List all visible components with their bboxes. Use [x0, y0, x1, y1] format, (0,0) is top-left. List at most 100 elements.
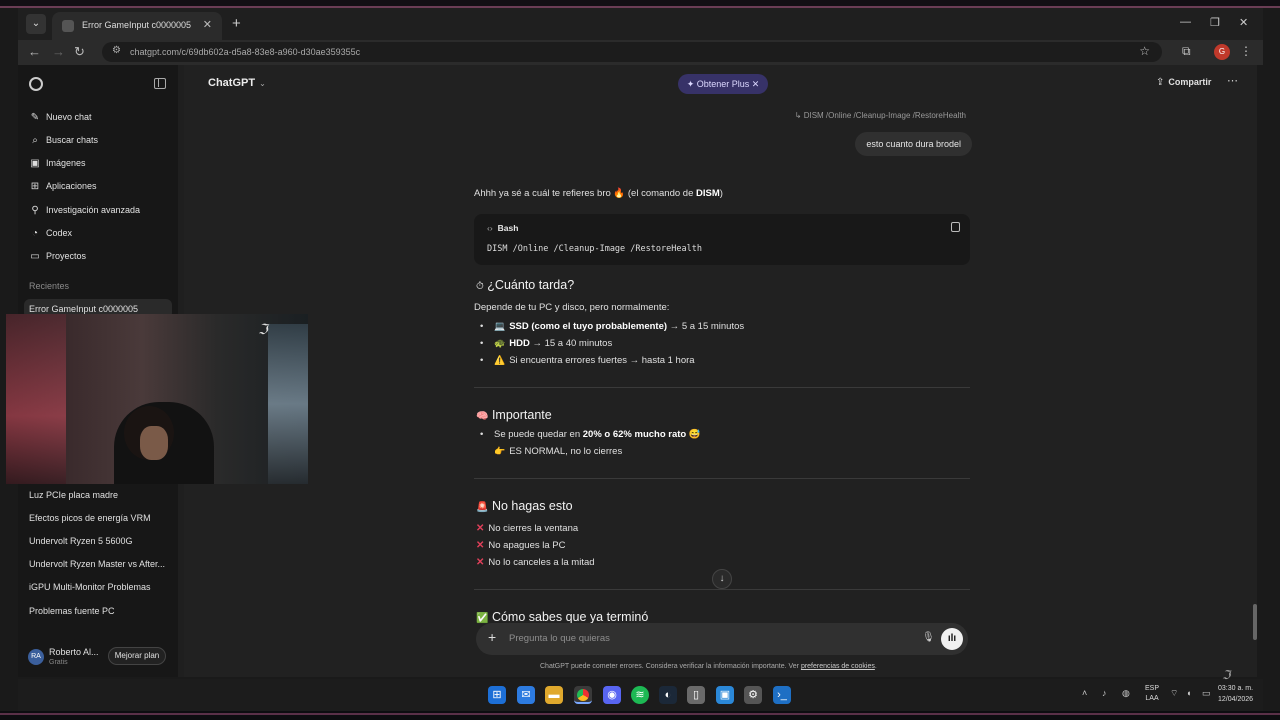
file-explorer-icon[interactable]: ▬: [545, 686, 563, 704]
heading-duration: ⏱ ¿Cuánto tarda?: [476, 278, 575, 292]
assistant-intro: Ahhh ya sé a cuál te refieres bro 🔥 (el …: [474, 188, 723, 199]
list-item: ✕ No cierres la ventana: [476, 523, 579, 534]
pointing-hand-icon: 👉: [494, 446, 506, 456]
sidebar-item-search[interactable]: ⌕ Buscar chats: [28, 130, 98, 150]
site-info-icon[interactable]: ⚙: [112, 45, 121, 56]
profile-avatar[interactable]: G: [1214, 44, 1230, 60]
mail-icon[interactable]: ✉: [517, 686, 535, 704]
extensions-icon[interactable]: ⧉: [1182, 44, 1191, 59]
notepad-icon[interactable]: ▯: [687, 686, 705, 704]
cross-mark-icon: ✕: [476, 540, 485, 551]
siren-icon: 🚨: [476, 502, 489, 513]
share-button[interactable]: ⇪ Compartir: [1156, 77, 1211, 88]
avatar: RA: [28, 649, 44, 665]
sidebar-item-projects[interactable]: ▭ Proyectos: [28, 246, 86, 266]
new-tab-icon[interactable]: +: [232, 15, 241, 32]
close-tab-icon[interactable]: ✕: [203, 18, 212, 31]
maximize-icon[interactable]: ❐: [1210, 16, 1220, 29]
model-selector[interactable]: ChatGPT ⌄: [208, 77, 266, 89]
bookmark-star-icon[interactable]: ☆: [1139, 44, 1150, 58]
tray-chevron-icon[interactable]: ˄: [1082, 688, 1087, 698]
get-plus-button[interactable]: ✦ Obtener Plus ✕: [678, 74, 768, 94]
user-plan: Gratis: [49, 659, 68, 666]
page-scrollbar[interactable]: [1253, 604, 1257, 640]
sweat-smile-icon: 😅: [688, 429, 701, 440]
cookie-preferences-link[interactable]: preferencias de cookies: [801, 663, 875, 670]
browser-menu-icon[interactable]: ⋮: [1240, 44, 1252, 58]
research-icon: ⚲: [31, 204, 39, 216]
spotify-icon[interactable]: ≋: [631, 686, 649, 704]
terminal-icon[interactable]: ›_: [773, 686, 791, 704]
warning-icon: ⚠️: [494, 355, 506, 365]
image-icon: ▣: [30, 157, 40, 169]
divider: [474, 478, 970, 479]
reload-icon[interactable]: ↻: [74, 44, 85, 60]
recent-chat[interactable]: Problemas fuente PC: [24, 601, 172, 621]
attach-plus-icon[interactable]: +: [488, 629, 496, 645]
cross-mark-icon: ✕: [476, 557, 485, 568]
sidebar-item-images[interactable]: ▣ Imágenes: [28, 153, 85, 173]
apps-icon: ⊞: [30, 180, 40, 192]
disclaimer-text: ChatGPT puede cometer errores. Considera…: [540, 663, 877, 670]
search-icon: ⌕: [32, 134, 38, 146]
tab-search-icon[interactable]: ⌄: [26, 14, 46, 34]
recent-chat[interactable]: Efectos picos de energía VRM: [24, 508, 172, 528]
keyboard-language[interactable]: ESP LAA: [1145, 684, 1159, 704]
close-icon[interactable]: ✕: [749, 79, 760, 89]
close-window-icon[interactable]: ✕: [1239, 16, 1248, 29]
webcam-overlay: ℑ: [6, 314, 308, 484]
turtle-icon: 🐢: [494, 338, 506, 348]
heading-finished: ✅ Cómo sabes que ya terminó: [476, 610, 649, 624]
screen: ⌄ Error GameInput c0000005 ✕ + — ❐ ✕ ← →…: [0, 0, 1280, 720]
sidebar-item-research[interactable]: ⚲ Investigación avanzada: [28, 200, 140, 220]
code-icon: ‹›: [487, 223, 493, 233]
scroll-down-arrow-icon[interactable]: ↓: [712, 569, 732, 589]
sidebar-toggle-icon[interactable]: [154, 78, 166, 89]
favicon-icon: [62, 20, 74, 32]
steam-icon[interactable]: ◐: [659, 686, 677, 704]
sidebar-item-codex[interactable]: ◔ Codex: [28, 223, 72, 243]
start-icon[interactable]: ⊞: [488, 686, 506, 704]
recent-chat[interactable]: Luz PCIe placa madre: [24, 485, 172, 505]
microphone-icon[interactable]: 🎙: [922, 632, 935, 643]
list-item: • ⚠️ Si encuentra errores fuertes → hasta …: [480, 355, 695, 366]
sidebar-item-apps[interactable]: ⊞ Aplicaciones: [28, 176, 97, 196]
recent-chat[interactable]: Undervolt Ryzen 5 5600G: [24, 531, 172, 551]
store-icon[interactable]: ▣: [716, 686, 734, 704]
voice-mode-icon[interactable]: ılı: [941, 628, 963, 650]
more-options-icon[interactable]: ⋯: [1227, 74, 1238, 87]
copy-icon[interactable]: [951, 222, 960, 232]
tray-network-icon[interactable]: ◍: [1122, 688, 1130, 699]
clock[interactable]: 03:30 a. m. 12/04/2026: [1218, 683, 1253, 705]
discord-icon[interactable]: ◉: [603, 686, 621, 704]
conversation: ↳ DISM /Online /Cleanup-Image /RestoreHe…: [474, 105, 972, 625]
address-bar[interactable]: ⚙ chatgpt.com/c/69db602a-d5a8-83e8-a960-…: [102, 42, 1162, 62]
tray-battery-icon[interactable]: ▭: [1202, 688, 1211, 699]
tray-volume-icon[interactable]: ◖: [1186, 688, 1191, 698]
stream-watermark-icon: ℑ: [1222, 668, 1231, 682]
upgrade-plan-button[interactable]: Mejorar plan: [108, 647, 166, 665]
pc-tower: [268, 324, 308, 484]
back-icon[interactable]: ←: [28, 44, 41, 59]
minimize-icon[interactable]: —: [1180, 16, 1191, 28]
settings-gear-icon[interactable]: ⚙: [744, 686, 762, 704]
recent-chat[interactable]: iGPU Multi-Monitor Problemas: [24, 577, 172, 597]
recent-chat[interactable]: Undervolt Ryzen Master vs After...: [24, 554, 172, 574]
message-composer[interactable]: + Pregunta lo que quieras 🎙 ılı: [476, 623, 968, 655]
sidebar-item-new-chat[interactable]: ✎ Nuevo chat: [28, 107, 92, 127]
forward-icon[interactable]: →: [52, 44, 65, 59]
list-item-note: 👉 ES NORMAL, no lo cierres: [494, 446, 623, 457]
tray-wifi-icon[interactable]: ⌔: [1170, 688, 1178, 699]
heading-dont: 🚨 No hagas esto: [476, 499, 573, 513]
tab-title: Error GameInput c0000005: [82, 20, 192, 30]
user-menu[interactable]: RA Roberto Al... Gratis Mejorar plan: [18, 641, 178, 677]
openai-logo-icon[interactable]: [29, 77, 43, 91]
chrome-icon[interactable]: [574, 686, 592, 704]
sparkle-icon: ✦: [686, 79, 697, 89]
cross-mark-icon: ✕: [476, 523, 485, 534]
tray-mic-icon[interactable]: ♪: [1102, 688, 1107, 698]
prompt-input[interactable]: Pregunta lo que quieras: [509, 633, 610, 644]
timer-icon: ⏱: [476, 281, 484, 292]
browser-tab[interactable]: Error GameInput c0000005 ✕: [52, 12, 222, 40]
user-message-bubble: esto cuanto dura brodel: [855, 132, 972, 156]
